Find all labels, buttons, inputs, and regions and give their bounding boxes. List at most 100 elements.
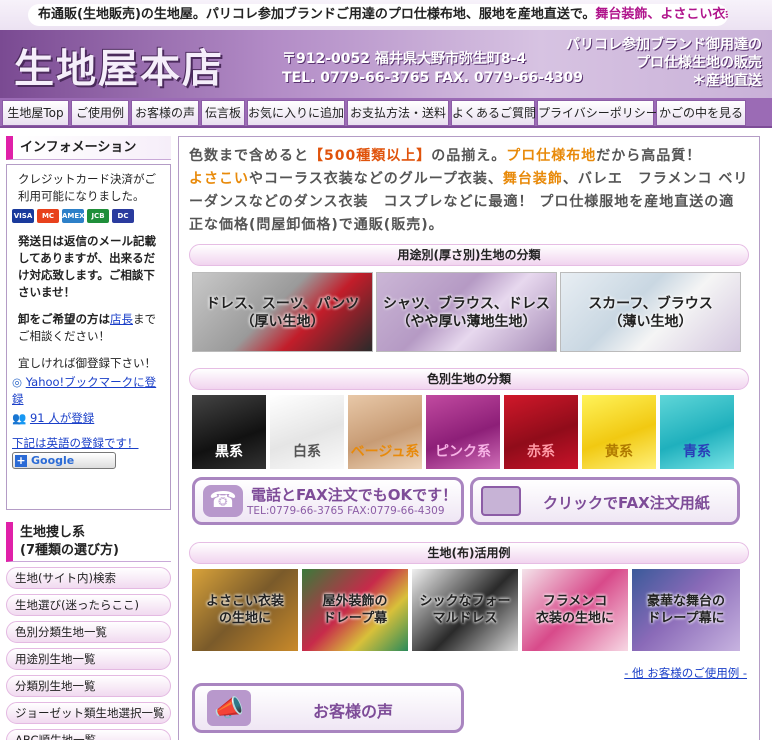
nav-examples[interactable]: ご使用例 — [71, 100, 129, 126]
use-tile-medium-label: シャツ、ブラウス、ドレス （やや厚い薄地生地） — [383, 296, 550, 330]
manager-link[interactable]: 店長 — [110, 312, 133, 326]
use-tile-thick[interactable]: ドレス、スーツ、パンツ （厚い生地） — [192, 272, 373, 352]
registered-users-link[interactable]: 91 人が登録 — [30, 411, 94, 425]
dc-card-icon: DC — [112, 209, 134, 223]
customer-voice-label: お客様の声 — [313, 702, 394, 721]
shop-address: 〒912-0052 福井県大野市弥生町8-4 TEL. 0779-66-3765… — [282, 50, 583, 88]
color-section-heading: 色別生地の分類 — [189, 368, 749, 390]
nav-customer-voice[interactable]: お客様の声 — [131, 100, 199, 126]
color-swatch-white[interactable]: 白系 — [270, 395, 344, 469]
info-credit-text: クレジットカード決済がご利用可能になりました。 — [18, 172, 156, 203]
top-description: 布通販(生地販売)の生地屋。パリコレ参加ブランドご用達のプロ仕様布地、服地を産地… — [28, 4, 728, 26]
top-description-text: 布通販(生地販売)の生地屋。パリコレ参加ブランドご用達のプロ仕様布地、服地を産地… — [38, 7, 596, 22]
color-swatch-yellow[interactable]: 黄系 — [582, 395, 656, 469]
color-swatch-beige[interactable]: ベージュ系 — [348, 395, 422, 469]
users-icon: 👥 — [12, 411, 27, 425]
info-register-text: 宜しければ御登録下さい！ — [18, 356, 156, 370]
use-example-formal-label: シックなフォー マルドレス — [419, 594, 511, 626]
use-tile-medium[interactable]: シャツ、ブラウス、ドレス （やや厚い薄地生地） — [376, 272, 557, 352]
search-heading: 生地捜し系 (7種類の選び方) — [6, 522, 171, 562]
sidebar: インフォメーション クレジットカード決済がご利用可能になりました。 VISA M… — [6, 136, 171, 740]
google-button-label: Google — [31, 454, 75, 467]
fax-form-button[interactable]: クリックでFAX注文用紙 — [470, 477, 740, 525]
sidebar-item-georgette[interactable]: ジョーゼット類生地選択一覧 — [6, 702, 171, 724]
intro-highlight-pro: プロ仕様布地 — [506, 148, 597, 164]
use-example-outdoor[interactable]: 屋外装飾の ドレープ幕 — [302, 569, 408, 651]
yahoo-row: ◎ Yahoo!ブックマークに登録 — [12, 374, 165, 408]
sidebar-item-fabric-guide[interactable]: 生地選び(迷ったらここ) — [6, 594, 171, 616]
use-tile-thick-label: ドレス、スーツ、パンツ （厚い生地） — [205, 296, 360, 330]
phone-fax-order-button[interactable]: ☎ 電話とFAX注文でもOKです！ TEL:0779-66-3765 FAX:0… — [192, 477, 464, 525]
more-examples-link[interactable]: - 他 お客様のご使用例 - — [624, 665, 747, 681]
mastercard-icon: MC — [37, 209, 59, 223]
phone-fax-title: 電話とFAX注文でもOKです！ — [251, 486, 458, 504]
use-example-yosakoi[interactable]: よさこい衣装 の生地に — [192, 569, 298, 651]
card-logos: VISA MC AMEX JCB DC — [12, 209, 165, 223]
info-heading: インフォメーション — [6, 136, 171, 160]
color-label-yellow: 黄系 — [605, 444, 633, 460]
intro-text: 色数まで含めると【500種類以上】の品揃え。プロ仕様布地だから高品質！ よさこいや… — [189, 145, 749, 237]
color-swatch-blue[interactable]: 青系 — [660, 395, 734, 469]
users-row: 👥 91 人が登録 — [12, 410, 165, 427]
megaphone-icon: 📣 — [207, 690, 251, 726]
yahoo-bookmark-link[interactable]: Yahoo!ブックマークに登録 — [12, 375, 156, 406]
english-register-link[interactable]: 下記は英語の登録です！ — [12, 435, 165, 452]
nav-add-favorite[interactable]: お気に入りに追加 — [247, 100, 345, 126]
yahoo-bookmark-icon: ◎ — [12, 375, 23, 389]
color-label-pink: ピンク系 — [435, 444, 491, 460]
page: 布通販(生地販売)の生地屋。パリコレ参加ブランドご用達のプロ仕様布地、服地を産地… — [0, 0, 772, 740]
color-swatch-pink[interactable]: ピンク系 — [426, 395, 500, 469]
color-label-red: 赤系 — [527, 444, 555, 460]
intro-part-3: だから高品質！ — [596, 148, 702, 164]
sidebar-item-by-color[interactable]: 色別分類生地一覧 — [6, 621, 171, 643]
nav-top[interactable]: 生地屋Top — [2, 100, 69, 126]
customer-voice-button[interactable]: 📣 お客様の声 — [192, 683, 464, 733]
use-example-stage-label: 豪華な舞台の ドレープ幕に — [646, 594, 725, 626]
color-swatch-red[interactable]: 赤系 — [504, 395, 578, 469]
jcb-icon: JCB — [87, 209, 109, 223]
intro-highlight-yosakoi: よさこい — [189, 171, 249, 187]
plus-icon: + — [15, 453, 27, 467]
fax-form-label: クリックでFAX注文用紙 — [543, 494, 710, 512]
color-swatch-black[interactable]: 黒系 — [192, 395, 266, 469]
use-example-stage[interactable]: 豪華な舞台の ドレープ幕に — [632, 569, 740, 651]
use-section-heading: 用途別(厚さ別)生地の分類 — [189, 244, 749, 266]
color-label-black: 黒系 — [215, 444, 243, 460]
tagline-line-1: パリコレ参加ブランド御用達の — [566, 37, 762, 53]
use-tile-thin[interactable]: スカーフ、ブラウス （薄い生地） — [560, 272, 741, 352]
sidebar-item-by-use[interactable]: 用途別生地一覧 — [6, 648, 171, 670]
intro-highlight-count: 【500種類以上】 — [309, 148, 432, 164]
address-line: 〒912-0052 福井県大野市弥生町8-4 — [282, 51, 527, 67]
nav-view-cart[interactable]: かごの中を見る — [656, 100, 746, 126]
visa-icon: VISA — [12, 209, 34, 223]
amex-icon: AMEX — [62, 209, 85, 223]
use-example-flamenco-label: フラメンコ 衣装の生地に — [535, 594, 614, 626]
header-tagline: パリコレ参加ブランド御用達の プロ仕様生地の販売 ＊産地直送 — [566, 36, 762, 90]
use-example-formal[interactable]: シックなフォー マルドレス — [412, 569, 518, 651]
tagline-line-3: ＊産地直送 — [692, 73, 762, 89]
info-wholesale: 卸をご希望の方は店長までご相談ください！ — [12, 311, 165, 345]
intro-part-2: の品揃え。 — [431, 148, 507, 164]
main-nav: 生地屋Top ご使用例 お客様の声 伝言板 お気に入りに追加 お支払方法・送料 … — [0, 98, 772, 128]
sidebar-item-abc[interactable]: ABC順生地一覧 — [6, 729, 171, 740]
sidebar-item-by-type[interactable]: 分類別生地一覧 — [6, 675, 171, 697]
use-example-flamenco[interactable]: フラメンコ 衣装の生地に — [522, 569, 628, 651]
applications-section-heading: 生地(布)活用例 — [189, 542, 749, 564]
shop-logo[interactable]: 生地屋本店 — [14, 36, 224, 94]
main-content: 色数まで含めると【500種類以上】の品揃え。プロ仕様布地だから高品質！ よさこいや… — [178, 136, 760, 740]
nav-message-board[interactable]: 伝言板 — [201, 100, 245, 126]
phone-fax-numbers: TEL:0779-66-3765 FAX:0779-66-4309 — [247, 505, 445, 517]
top-strip: 布通販(生地販売)の生地屋。パリコレ参加ブランドご用達のプロ仕様布地、服地を産地… — [0, 0, 772, 30]
phone-icon: ☎ — [203, 485, 243, 517]
top-description-accent: 舞台装飾、よさこい衣装 — [595, 7, 728, 22]
tagline-line-2: プロ仕様生地の販売 — [636, 55, 762, 71]
header-banner: 生地屋本店 〒912-0052 福井県大野市弥生町8-4 TEL. 0779-6… — [0, 30, 772, 98]
nav-faq[interactable]: よくあるご質問 — [451, 100, 536, 126]
tel-fax-line: TEL. 0779-66-3765 FAX. 0779-66-4309 — [282, 70, 583, 86]
sidebar-item-site-search[interactable]: 生地(サイト内)検索 — [6, 567, 171, 589]
nav-payment-shipping[interactable]: お支払方法・送料 — [347, 100, 449, 126]
google-add-button[interactable]: + Google — [12, 452, 116, 469]
nav-privacy[interactable]: プライバシーポリシー — [537, 100, 658, 126]
info-box: クレジットカード決済がご利用可能になりました。 VISA MC AMEX JCB… — [6, 164, 171, 510]
intro-part-4: やコーラス衣装などのグループ衣装、 — [249, 171, 503, 187]
